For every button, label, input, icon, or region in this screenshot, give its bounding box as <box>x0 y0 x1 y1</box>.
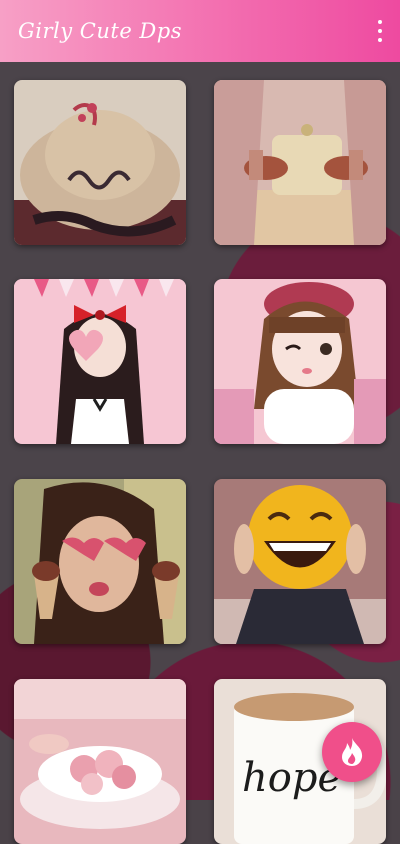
clutch-bag-henna-photo[interactable] <box>214 80 386 245</box>
app-bar: Girly Cute Dps <box>0 0 400 62</box>
rose-teacup-photo[interactable] <box>14 679 186 844</box>
hat-happy-photo[interactable] <box>14 80 186 245</box>
girl-heart-glasses-photo[interactable] <box>14 479 186 644</box>
flame-icon <box>342 738 363 766</box>
image-grid: hope <box>0 62 400 844</box>
flame-fab-button[interactable] <box>322 722 382 782</box>
app-title: Girly Cute Dps <box>18 19 182 43</box>
laughing-emoji-pillow-photo[interactable] <box>214 479 386 644</box>
more-vert-icon[interactable] <box>374 20 386 42</box>
cartoon-girl-heart-photo[interactable] <box>14 279 186 444</box>
cartoon-girl-winking-photo[interactable] <box>214 279 386 444</box>
